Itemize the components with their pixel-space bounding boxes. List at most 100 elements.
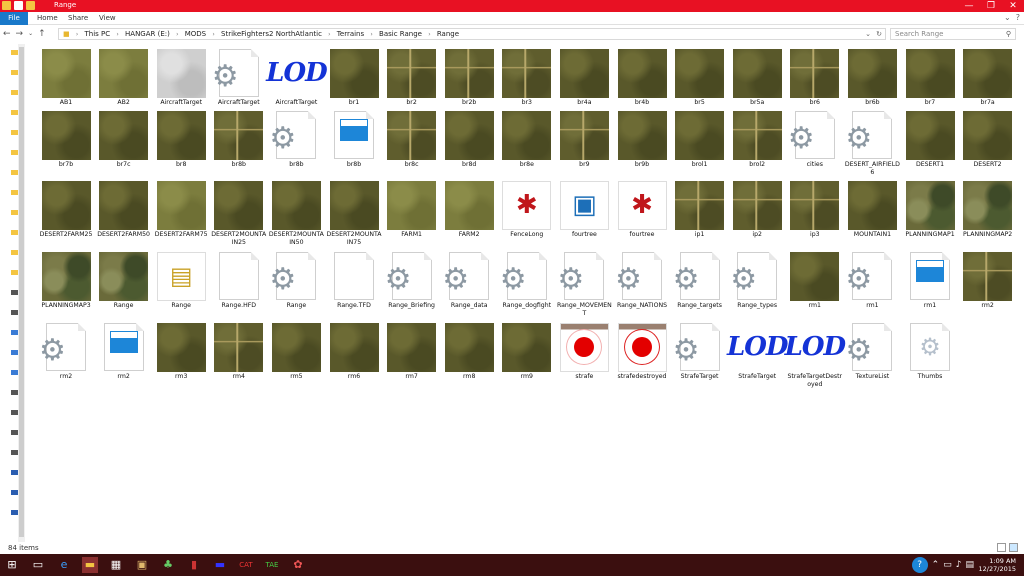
file-item[interactable]: br5a xyxy=(729,48,785,118)
address-bar[interactable]: ■ › This PC › HANGAR (E:) › MODS › Strik… xyxy=(58,28,886,40)
file-item[interactable]: br8e xyxy=(499,110,555,180)
nav-item-icon[interactable] xyxy=(11,70,18,75)
nav-item-icon[interactable] xyxy=(11,190,18,195)
nav-item-icon[interactable] xyxy=(11,470,18,475)
file-item[interactable]: ⚙ AircraftTarget xyxy=(211,48,267,118)
search-input[interactable]: Search Range xyxy=(895,30,943,38)
up-button[interactable]: ↑ xyxy=(38,27,46,41)
nav-item-icon[interactable] xyxy=(11,230,18,235)
file-item[interactable]: rm2 xyxy=(960,251,1016,321)
breadcrumb-mods[interactable]: MODS xyxy=(185,29,206,39)
breadcrumb-this-pc[interactable]: This PC xyxy=(85,29,111,39)
nav-item-icon[interactable] xyxy=(11,50,18,55)
file-item[interactable]: br8b xyxy=(211,110,267,180)
maximize-button[interactable]: ❐ xyxy=(980,0,1002,12)
breadcrumb-strikefighters[interactable]: StrikeFighters2 NorthAtlantic xyxy=(221,29,322,39)
task-view-icon[interactable]: ▭ xyxy=(30,557,46,573)
file-tab[interactable]: File xyxy=(0,12,28,25)
breadcrumb-basic-range[interactable]: Basic Range xyxy=(379,29,422,39)
file-item[interactable]: br7c xyxy=(96,110,152,180)
media-icon[interactable]: ▣ xyxy=(134,557,150,573)
file-item[interactable]: AircraftTarget xyxy=(153,48,209,118)
file-item[interactable]: AB2 xyxy=(96,48,152,118)
file-item[interactable]: ⚙ DESERT_AIRFIELD6 xyxy=(844,110,900,180)
recent-locations-icon[interactable]: ⌄ xyxy=(28,27,33,41)
file-item[interactable]: ⚙ Range_types xyxy=(729,251,785,321)
file-item[interactable]: ⚙ rm1 xyxy=(844,251,900,321)
file-item[interactable]: Range xyxy=(96,251,152,321)
file-item[interactable]: DESERT2FARM25 xyxy=(38,180,94,250)
file-item[interactable]: brol1 xyxy=(672,110,728,180)
file-item[interactable]: br9 xyxy=(556,110,612,180)
file-item[interactable]: rm9 xyxy=(499,322,555,392)
file-item[interactable]: ip1 xyxy=(672,180,728,250)
file-item[interactable]: br6 xyxy=(787,48,843,118)
nav-item-icon[interactable] xyxy=(11,410,18,415)
back-button[interactable]: ← xyxy=(3,27,11,41)
file-item[interactable]: rm8 xyxy=(441,322,497,392)
nav-item-icon[interactable] xyxy=(11,150,18,155)
volume-icon[interactable]: ♪ xyxy=(956,557,962,573)
file-item[interactable]: rm2 xyxy=(96,322,152,392)
breadcrumb-separator-icon[interactable]: › xyxy=(370,30,372,40)
search-box[interactable]: Search Range ⚲ xyxy=(890,28,1016,40)
file-item[interactable]: rm5 xyxy=(268,322,324,392)
tray-chevron-icon[interactable]: ⌃ xyxy=(932,557,940,573)
file-item[interactable]: FARM2 xyxy=(441,180,497,250)
file-item[interactable]: rm7 xyxy=(384,322,440,392)
file-item[interactable]: ⚙ br8b xyxy=(268,110,324,180)
refresh-icon[interactable]: ↻ xyxy=(876,29,882,39)
tab-home[interactable]: Home xyxy=(37,12,58,25)
file-item[interactable]: ⚙ cities xyxy=(787,110,843,180)
file-item[interactable]: PLANNINGMAP2 xyxy=(960,180,1016,250)
nav-item-icon[interactable] xyxy=(11,450,18,455)
file-item[interactable]: br7a xyxy=(960,48,1016,118)
file-item[interactable]: ⚙ Range_Briefing xyxy=(384,251,440,321)
file-item[interactable]: LOD StrafeTarget xyxy=(727,322,788,392)
tab-share[interactable]: Share xyxy=(68,12,88,25)
file-item[interactable]: DESERT2MOUNTAIN50 xyxy=(268,180,324,250)
file-item[interactable]: LOD StrafeTargetDestroyed xyxy=(785,322,846,392)
file-item[interactable]: br2 xyxy=(384,48,440,118)
app-icon[interactable]: TAE xyxy=(264,557,280,573)
notification-icon[interactable]: ▤ xyxy=(965,557,974,573)
tab-view[interactable]: View xyxy=(99,12,116,25)
nav-item-icon[interactable] xyxy=(11,510,18,515)
breadcrumb-separator-icon[interactable]: › xyxy=(212,30,214,40)
nav-item-icon[interactable] xyxy=(11,490,18,495)
file-item[interactable]: DESERT2FARM50 xyxy=(96,180,152,250)
nav-item-icon[interactable] xyxy=(11,90,18,95)
forward-button[interactable]: → xyxy=(16,27,24,41)
app-icon[interactable]: ♣ xyxy=(160,557,176,573)
nav-item-icon[interactable] xyxy=(11,390,18,395)
breadcrumb-separator-icon[interactable]: › xyxy=(328,30,330,40)
file-item[interactable]: rm3 xyxy=(153,322,209,392)
file-item[interactable]: strafedestroyed xyxy=(614,322,670,392)
nav-item-icon[interactable] xyxy=(11,130,18,135)
file-item[interactable]: br6b xyxy=(844,48,900,118)
file-item[interactable]: br8d xyxy=(441,110,497,180)
file-item[interactable]: ▤ Range xyxy=(153,251,209,321)
ribbon-expand-icon[interactable]: ⌄ xyxy=(1004,13,1011,22)
app-icon[interactable]: CAT xyxy=(238,557,254,573)
nav-item-icon[interactable] xyxy=(11,430,18,435)
help-icon[interactable]: ? xyxy=(911,557,928,573)
file-item[interactable]: ⚙ Range_dogfight xyxy=(499,251,555,321)
file-item[interactable]: rm4 xyxy=(211,322,267,392)
nav-item-icon[interactable] xyxy=(11,370,18,375)
nav-item-icon[interactable] xyxy=(11,250,18,255)
file-item[interactable]: ⚙ Range_MOVEMENT xyxy=(556,251,612,321)
store-icon[interactable]: ▦ xyxy=(108,557,124,573)
address-dropdown-icon[interactable]: ⌄ xyxy=(865,29,871,39)
file-item[interactable]: br4a xyxy=(556,48,612,118)
file-item[interactable]: LOD AircraftTarget xyxy=(266,48,327,118)
breadcrumb-separator-icon[interactable]: › xyxy=(76,30,78,40)
nav-item-icon[interactable] xyxy=(11,170,18,175)
file-item[interactable]: DESERT1 xyxy=(902,110,958,180)
file-item[interactable]: br3 xyxy=(499,48,555,118)
app-icon[interactable]: ▬ xyxy=(212,557,228,573)
file-item[interactable]: Range.HFD xyxy=(211,251,267,321)
file-item[interactable]: ⚙ Range_data xyxy=(441,251,497,321)
large-icons-view-button[interactable] xyxy=(1009,543,1018,552)
nav-item-icon[interactable] xyxy=(11,210,18,215)
